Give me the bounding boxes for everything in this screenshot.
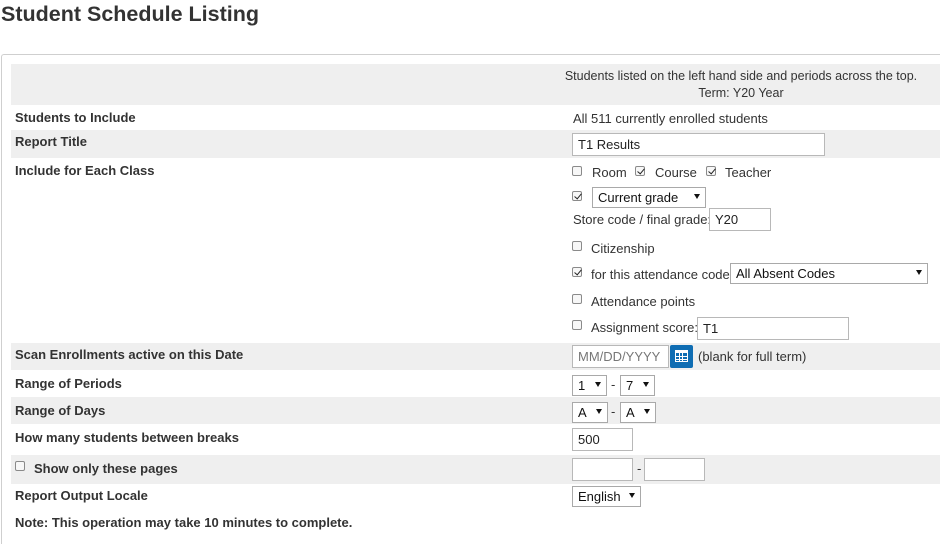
citizenship-label: Citizenship bbox=[591, 241, 655, 256]
chevron-down-icon bbox=[916, 270, 922, 275]
report-output-locale-label: Report Output Locale bbox=[15, 488, 148, 503]
course-checkbox[interactable] bbox=[635, 166, 645, 176]
grade-select[interactable]: Current grade bbox=[592, 187, 706, 208]
show-only-pages-row: Show only these pages bbox=[11, 455, 940, 484]
chevron-down-icon bbox=[629, 493, 635, 498]
attendance-code-label: for this attendance code bbox=[591, 267, 730, 282]
range-of-days-row: Range of Days bbox=[11, 397, 940, 424]
chevron-down-icon bbox=[644, 409, 650, 414]
assignment-score-label: Assignment score: bbox=[591, 320, 698, 335]
day-from-select[interactable]: A bbox=[572, 402, 608, 423]
attendance-points-label: Attendance points bbox=[591, 294, 696, 309]
locale-select[interactable]: English bbox=[572, 486, 641, 507]
grade-select-value: Current grade bbox=[598, 190, 679, 205]
chevron-down-icon bbox=[595, 382, 601, 387]
period-from-value: 1 bbox=[578, 378, 586, 393]
footer-note-row: Note: This operation may take 10 minutes… bbox=[11, 511, 940, 538]
range-of-days-label: Range of Days bbox=[15, 403, 106, 418]
header-note: Students listed on the left hand side an… bbox=[531, 68, 940, 102]
chevron-down-icon bbox=[694, 194, 700, 199]
day-to-value: A bbox=[626, 405, 635, 420]
grade-checkbox[interactable] bbox=[572, 191, 582, 201]
scan-enrollments-label: Scan Enrollments active on this Date bbox=[15, 347, 244, 362]
day-from-value: A bbox=[578, 405, 587, 420]
attendance-code-select[interactable]: All Absent Codes bbox=[730, 263, 928, 284]
period-to-select[interactable]: 7 bbox=[620, 375, 655, 396]
pages-to-input[interactable] bbox=[644, 458, 705, 481]
students-between-breaks-input[interactable] bbox=[572, 428, 633, 451]
day-range-separator: - bbox=[611, 404, 616, 419]
header-note-row: Students listed on the left hand side an… bbox=[11, 64, 940, 105]
chevron-down-icon bbox=[643, 382, 649, 387]
assignment-score-checkbox[interactable] bbox=[572, 320, 582, 330]
course-label: Course bbox=[655, 165, 697, 180]
room-label: Room bbox=[592, 165, 627, 180]
include-for-each-class-label: Include for Each Class bbox=[15, 163, 155, 178]
citizenship-checkbox[interactable] bbox=[572, 241, 582, 251]
store-code-input[interactable] bbox=[709, 208, 771, 231]
calendar-icon[interactable] bbox=[670, 345, 693, 368]
include-for-each-class-row: Include for Each Class bbox=[11, 158, 940, 343]
page-title: Student Schedule Listing bbox=[1, 2, 260, 26]
day-to-select[interactable]: A bbox=[620, 402, 656, 423]
pages-from-input[interactable] bbox=[572, 458, 633, 481]
report-title-label: Report Title bbox=[15, 134, 87, 149]
period-range-separator: - bbox=[611, 377, 616, 392]
scan-enrollments-date-input[interactable] bbox=[572, 345, 669, 368]
students-to-include-row: Students to Include All 511 currently en… bbox=[11, 105, 940, 130]
show-only-pages-checkbox[interactable] bbox=[15, 461, 25, 471]
scan-enrollments-hint: (blank for full term) bbox=[698, 349, 807, 364]
period-from-select[interactable]: 1 bbox=[572, 375, 607, 396]
room-checkbox[interactable] bbox=[572, 166, 582, 176]
header-note-term: Term: Y20 Year bbox=[698, 86, 784, 100]
pages-range-separator: - bbox=[637, 461, 642, 476]
attendance-code-select-value: All Absent Codes bbox=[736, 266, 836, 281]
period-to-value: 7 bbox=[626, 378, 634, 393]
store-code-label: Store code / final grade: bbox=[573, 212, 712, 227]
teacher-label: Teacher bbox=[725, 165, 772, 180]
assignment-score-input[interactable] bbox=[697, 317, 849, 340]
students-between-breaks-row: How many students between breaks bbox=[11, 424, 940, 455]
attendance-code-checkbox[interactable] bbox=[572, 267, 582, 277]
students-to-include-label: Students to Include bbox=[15, 110, 136, 125]
chevron-down-icon bbox=[596, 409, 602, 414]
students-between-breaks-label: How many students between breaks bbox=[15, 430, 239, 445]
teacher-checkbox[interactable] bbox=[706, 166, 716, 176]
attendance-points-checkbox[interactable] bbox=[572, 294, 582, 304]
range-of-periods-label: Range of Periods bbox=[15, 376, 122, 391]
range-of-periods-row: Range of Periods bbox=[11, 370, 940, 397]
students-to-include-value: All 511 currently enrolled students bbox=[573, 111, 768, 126]
show-only-pages-label: Show only these pages bbox=[34, 461, 178, 476]
report-output-locale-row: Report Output Locale bbox=[11, 484, 940, 511]
report-title-input[interactable] bbox=[572, 133, 825, 156]
header-note-line1: Students listed on the left hand side an… bbox=[564, 69, 918, 83]
footer-note: Note: This operation may take 10 minutes… bbox=[15, 515, 353, 530]
locale-select-value: English bbox=[578, 489, 621, 504]
